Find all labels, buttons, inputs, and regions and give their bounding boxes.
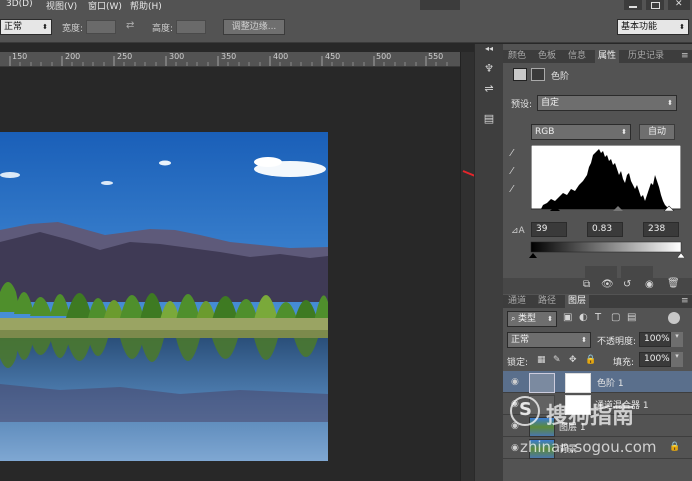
tab-history[interactable]: 历史记录 [625,50,667,63]
input-gamma-field[interactable]: 0.83 [587,222,623,237]
filter-smart-icon[interactable]: ▤ [627,312,636,323]
auto-button[interactable]: 自动 [639,124,675,140]
trash-icon[interactable]: 🗑 [667,278,680,289]
channel-value: RGB [535,127,555,137]
lock-position-icon[interactable]: ✥ [569,355,577,365]
tab-swatches[interactable]: 色板 [535,50,559,63]
view-previous-icon[interactable]: 👁 [601,279,614,290]
filter-toggle[interactable] [668,312,680,324]
properties-title: 色阶 [551,72,570,82]
kind-filter-select[interactable]: ⌕ 类型 ⬍ [507,311,557,327]
filter-type-icon[interactable]: T [595,312,601,323]
tab-paths[interactable]: 路径 [535,295,559,308]
layer-name[interactable]: 色阶 1 [597,376,624,389]
fill-dropdown-icon[interactable]: ▾ [671,352,683,367]
mask-icon[interactable] [531,68,545,81]
kind-value: 类型 [518,314,537,324]
watermark-url: zhinan.sogou.com [520,438,657,456]
input-shadow-field[interactable]: 39 [531,222,567,237]
blend-mode-select[interactable]: 正常 ⬍ [507,332,591,348]
fill-field[interactable]: 100% [639,352,671,367]
output-highlight-field[interactable] [621,266,653,278]
eyedropper-gray-icon[interactable]: ⁄ [511,166,513,177]
sogou-logo-icon: S [510,396,540,426]
search-icon: ⌕ [511,314,519,323]
watermark-brand: 搜狗指南 [546,404,635,429]
layer-mask-thumb[interactable] [565,373,591,393]
panel-menu-icon[interactable]: ≡ [678,50,692,63]
preset-select[interactable]: 自定 ⬍ [537,95,677,111]
tab-channels[interactable]: 通道 [505,295,529,308]
tab-properties[interactable]: 属性 [595,50,620,63]
reset-icon[interactable]: ↺ [623,279,631,290]
input-highlight-field[interactable]: 238 [643,222,679,237]
chevron-down-icon: ⬍ [621,128,627,136]
lock-label: 锁定: [507,358,529,368]
properties-footer: ⧉ 👁 ↺ ◉ 🗑 [503,278,692,294]
clip-icon[interactable]: ⧉ [583,279,590,290]
channel-select[interactable]: RGB ⬍ [531,124,631,140]
filter-shape-icon[interactable]: ▢ [611,312,620,323]
histogram [531,145,681,211]
lock-icon: 🔒 [669,442,681,452]
layers-tab-row: 通道 路径 图层 ≡ [503,295,692,308]
lock-all-icon[interactable]: 🔒 [585,355,596,365]
lock-pixels-icon[interactable]: ✎ [553,355,561,365]
filter-adjustment-icon[interactable]: ◐ [579,312,588,323]
fill-label: 填充: [613,358,635,368]
chevron-down-icon: ⬍ [581,336,587,344]
preset-value: 自定 [541,98,560,108]
chevron-down-icon: ⬍ [667,99,673,107]
opacity-dropdown-icon[interactable]: ▾ [671,332,683,347]
tab-layers[interactable]: 图层 [565,295,590,308]
levels-icon [513,68,527,81]
layers-menu-icon[interactable]: ≡ [678,295,692,308]
input-levels-icon: ⊿A [511,226,525,236]
chevron-down-icon: ⬍ [547,315,553,323]
layer-row-levels[interactable]: ◉ 色阶 1 [503,371,692,393]
tab-info[interactable]: 信息 [565,50,589,63]
tab-color[interactable]: 颜色 [505,50,529,63]
properties-tab-row: 颜色 色板 信息 属性 历史记录 ≡ [503,50,692,63]
adjust-icon[interactable]: ⇌ [481,82,497,96]
eyedropper-black-icon[interactable]: ⁄ [511,148,513,159]
eye-icon[interactable]: ◉ [511,443,519,453]
output-shadow-field[interactable] [585,266,617,278]
blend-value: 正常 [511,335,530,345]
preset-label: 预设: [511,100,533,110]
brush-presets-icon[interactable]: ♆ [481,62,497,76]
panel-icon-column: ◂◂ ♆ ⇌ ▤ [474,44,504,481]
eyedropper-white-icon[interactable]: ⁄ [511,184,513,195]
output-levels-slider[interactable] [527,240,687,258]
adjustment-thumb-icon [529,373,555,393]
filter-pixel-icon[interactable]: ▣ [563,312,572,323]
opacity-label: 不透明度: [597,337,637,347]
collapse-icon[interactable]: ◂◂ [481,42,497,56]
lock-transparent-icon[interactable]: ▦ [537,355,546,365]
visibility-icon[interactable]: ◉ [645,279,654,290]
opacity-field[interactable]: 100% [639,332,671,347]
clone-source-icon[interactable]: ▤ [481,112,497,126]
eye-icon[interactable]: ◉ [511,377,519,387]
